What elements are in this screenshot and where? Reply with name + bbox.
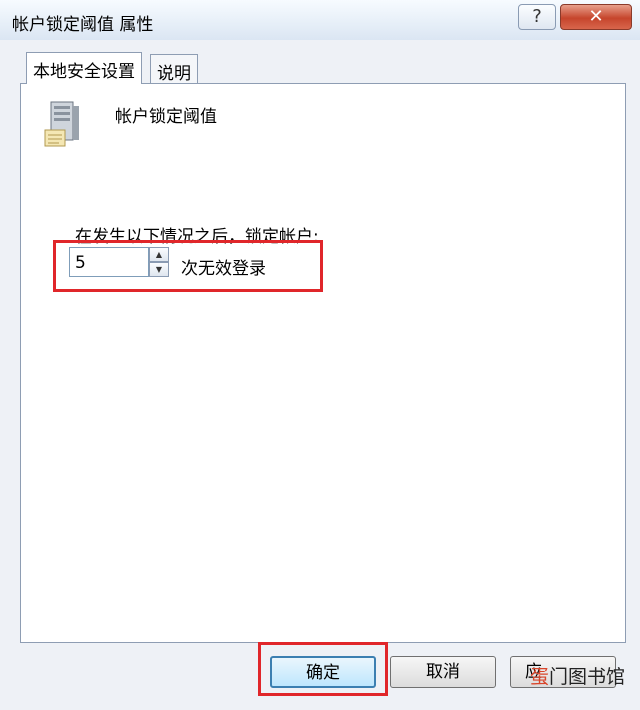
server-policy-icon — [44, 101, 79, 147]
lockout-unit-label: 次无效登录 — [181, 259, 266, 279]
window-title: 帐户锁定阈值 属性 — [12, 15, 154, 35]
tab-panel: 帐户锁定阈值 在发生以下情况之后，锁定帐户: ▲ ▼ 次无效登录 — [20, 83, 626, 643]
help-button[interactable]: ? — [518, 4, 556, 30]
title-bar: 帐户锁定阈值 属性 ? ✕ — [0, 0, 640, 40]
tab-local-security-setting[interactable]: 本地安全设置 — [26, 52, 142, 84]
cancel-button[interactable]: 取消 — [390, 656, 496, 688]
close-button[interactable]: ✕ — [560, 4, 632, 30]
ok-highlight-box — [258, 642, 388, 696]
properties-dialog: 帐户锁定阈值 属性 ? ✕ 本地安全设置 说明 帐户锁定阈值 在发生以下情况之后… — [0, 0, 640, 710]
spin-down-button[interactable]: ▼ — [149, 262, 169, 277]
spin-up-button[interactable]: ▲ — [149, 247, 169, 262]
policy-title: 帐户锁定阈值 — [115, 107, 217, 127]
lockout-threshold-input[interactable] — [69, 247, 149, 277]
tab-explain[interactable]: 说明 — [150, 54, 198, 84]
watermark: 蛋门图书馆 — [530, 662, 625, 689]
threshold-spinner: ▲ ▼ — [149, 247, 169, 277]
watermark-text: 门图书馆 — [549, 666, 626, 688]
watermark-accent: 蛋 — [530, 666, 550, 688]
